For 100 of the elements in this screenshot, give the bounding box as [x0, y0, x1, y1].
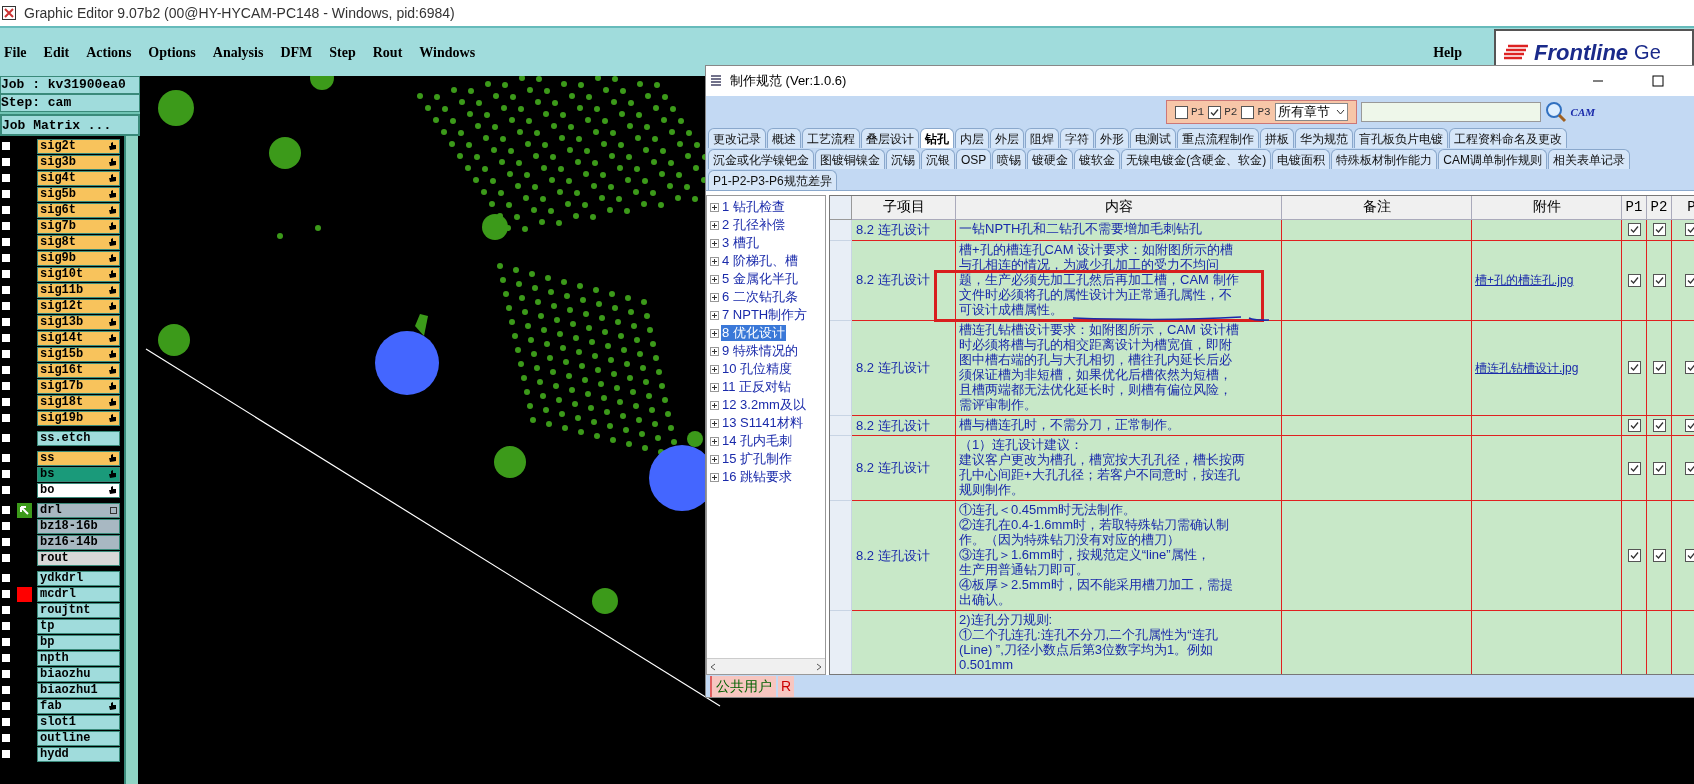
layer-item[interactable]: bp — [37, 634, 120, 650]
tree-item[interactable]: 5 金属化半孔 — [721, 271, 799, 287]
scrollbar[interactable] — [124, 136, 138, 784]
layer-checkbox[interactable] — [1, 349, 11, 359]
checkbox[interactable] — [1652, 223, 1666, 237]
checkbox[interactable] — [1652, 273, 1666, 287]
tab[interactable]: 阻焊 — [1025, 128, 1059, 148]
search-field[interactable] — [1360, 102, 1541, 122]
expand-icon[interactable] — [710, 292, 719, 302]
layer-checkbox[interactable] — [1, 621, 11, 631]
expand-icon[interactable] — [710, 256, 719, 266]
layer-item[interactable]: sig13b — [37, 314, 120, 330]
checkbox[interactable] — [1685, 273, 1694, 287]
layer-item[interactable]: sig11b — [37, 282, 120, 298]
layer-checkbox[interactable] — [1, 253, 11, 263]
layer-checkbox[interactable] — [1, 285, 11, 295]
tree-item[interactable]: 2 孔径补偿 — [721, 217, 786, 233]
expand-icon[interactable] — [710, 454, 719, 464]
layer-item[interactable]: bz18-16b — [37, 518, 120, 534]
checkbox[interactable] — [1685, 461, 1694, 475]
layer-checkbox[interactable] — [1, 605, 11, 615]
layer-checkbox[interactable] — [1, 173, 11, 183]
layer-item[interactable]: bo — [37, 482, 120, 498]
expand-icon[interactable] — [710, 238, 719, 248]
expand-icon[interactable] — [710, 472, 719, 482]
expand-icon[interactable] — [710, 220, 719, 230]
layer-item[interactable]: sig2t — [37, 138, 120, 154]
layer-item[interactable]: bz16-14b — [37, 534, 120, 550]
tree-item[interactable]: 10 孔位精度 — [721, 361, 794, 377]
tree-item[interactable]: 7 NPTH制作方 — [721, 307, 809, 323]
layer-item[interactable]: bs — [37, 466, 120, 482]
layer-checkbox[interactable] — [1, 717, 11, 727]
tab[interactable]: 图镀铜镍金 — [815, 149, 885, 169]
layer-checkbox[interactable] — [1, 365, 11, 375]
tab[interactable]: 叠层设计 — [861, 128, 919, 148]
layer-item[interactable]: sig17b — [37, 378, 120, 394]
menu-item[interactable]: Windows — [419, 41, 476, 63]
layer-item[interactable]: sig5b — [37, 186, 120, 202]
layer-item[interactable]: tp — [37, 618, 120, 634]
expand-icon[interactable] — [710, 418, 719, 428]
tab[interactable]: 电测试 — [1130, 128, 1176, 148]
layer-item[interactable]: sig6t — [37, 202, 120, 218]
layer-item[interactable]: fab — [37, 698, 120, 714]
layer-checkbox[interactable] — [1, 453, 11, 463]
layer-item[interactable]: biaozhu — [37, 666, 120, 682]
tree-item[interactable]: 13 S1141材料 — [721, 415, 804, 431]
tab[interactable]: 工艺流程 — [802, 128, 860, 148]
layer-checkbox[interactable] — [1, 685, 11, 695]
tab[interactable]: 镀软金 — [1074, 149, 1121, 169]
checkbox[interactable] — [1652, 361, 1666, 374]
tab[interactable]: 工程资料命名及更改 — [1449, 128, 1567, 148]
layer-checkbox[interactable] — [1, 589, 11, 599]
search-icon[interactable] — [1544, 101, 1567, 123]
layer-checkbox[interactable] — [1, 381, 11, 391]
layer-checkbox[interactable] — [1, 553, 11, 563]
layer-checkbox[interactable] — [1, 433, 11, 443]
tab[interactable]: 内层 — [955, 128, 989, 148]
chapter-select[interactable]: 所有章节 — [1274, 103, 1348, 121]
tab[interactable]: 镀硬金 — [1027, 149, 1074, 169]
layer-item[interactable]: sig12t — [37, 298, 120, 314]
layer-item[interactable]: hydd — [37, 746, 120, 762]
horizontal-scrollbar[interactable] — [707, 658, 825, 674]
layer-checkbox[interactable] — [1, 269, 11, 279]
layer-checkbox[interactable] — [1, 189, 11, 199]
menu-item[interactable]: File — [4, 41, 27, 63]
checkbox[interactable] — [1627, 273, 1641, 287]
tree-item[interactable]: 1 钻孔检查 — [721, 199, 786, 215]
menu-item[interactable]: DFM — [280, 41, 313, 63]
tab[interactable]: CAM调单制作规则 — [1438, 149, 1547, 169]
tab[interactable]: 沉银 — [921, 149, 955, 169]
menu-item[interactable]: Rout — [372, 41, 403, 63]
help-menu[interactable]: Help — [1433, 41, 1462, 63]
tab[interactable]: 沉金或化学镍钯金 — [708, 149, 814, 169]
layer-checkbox[interactable] — [1, 637, 11, 647]
layer-item[interactable]: drl — [37, 502, 120, 518]
expand-icon[interactable] — [710, 364, 719, 374]
layer-checkbox[interactable] — [1, 505, 11, 515]
menu-item[interactable]: Analysis — [212, 41, 264, 63]
tree-item[interactable]: 14 孔内毛刺 — [721, 433, 794, 449]
checkbox[interactable] — [1685, 223, 1694, 237]
tree-item[interactable]: 3 槽孔 — [721, 235, 760, 251]
tab[interactable]: 字符 — [1060, 128, 1094, 148]
layer-item[interactable]: biaozhu1 — [37, 682, 120, 698]
expand-icon[interactable] — [710, 346, 719, 356]
checkbox[interactable] — [1652, 461, 1666, 475]
layer-checkbox[interactable] — [1, 413, 11, 423]
tab[interactable]: 盲孔板负片电镀 — [1354, 128, 1448, 148]
menu-item[interactable]: Step — [329, 41, 356, 63]
tab[interactable]: 外层 — [990, 128, 1024, 148]
tab[interactable]: 相关表单记录 — [1548, 149, 1630, 169]
menu-item[interactable]: Options — [148, 41, 196, 63]
layer-checkbox[interactable] — [1, 701, 11, 711]
tab[interactable]: 沉锡 — [886, 149, 920, 169]
layer-checkbox[interactable] — [1, 157, 11, 167]
tab[interactable]: 拼板 — [1260, 128, 1294, 148]
layer-item[interactable]: slot1 — [37, 714, 120, 730]
layer-checkbox[interactable] — [1, 333, 11, 343]
tree-item[interactable]: 16 跳钻要求 — [721, 469, 794, 485]
layer-checkbox[interactable] — [1, 469, 11, 479]
layer-checkbox[interactable] — [1, 485, 11, 495]
